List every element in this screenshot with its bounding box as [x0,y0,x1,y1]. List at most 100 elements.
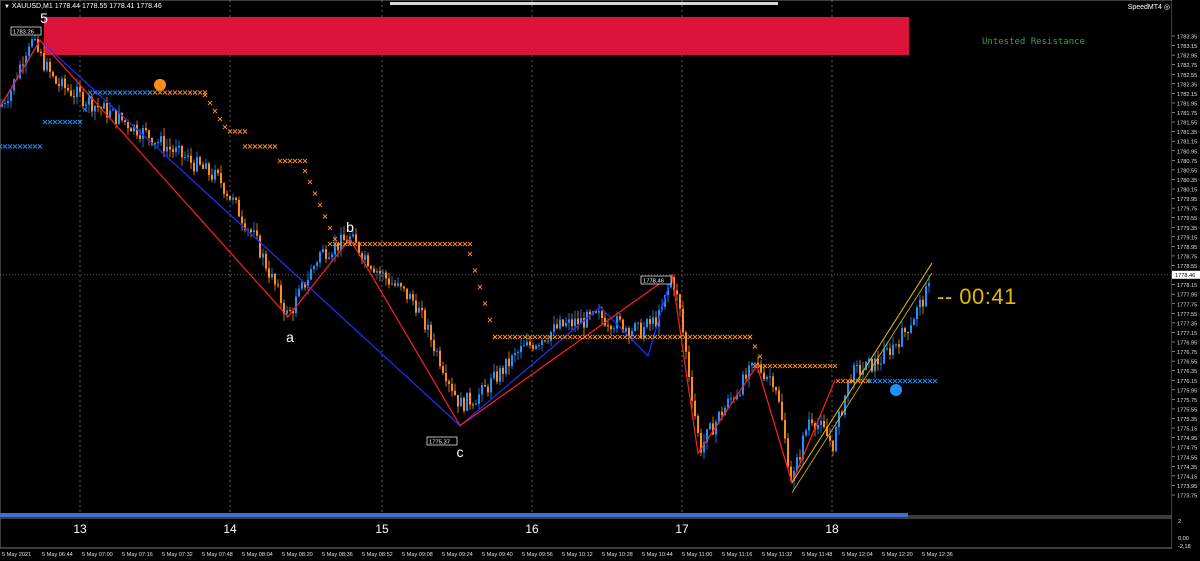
time-tick-label: 5 May 08:20 [282,552,313,558]
price-chart[interactable]: ××××××××××××××××××××××××××××××××××××××××… [0,0,1200,561]
candle-body [646,319,648,328]
candle-body [883,348,885,364]
time-tick-label: 5 May 10:12 [562,552,593,558]
time-tick-label: 5 May 09:56 [522,552,553,558]
sub-tick-label: 2 [1178,519,1181,525]
sub-window[interactable] [0,517,1173,549]
scroll-indicator[interactable] [390,2,778,5]
candle-body [553,324,555,332]
candle-body [205,163,207,169]
candle-body [256,230,258,236]
candle-body [412,294,414,301]
price-tick-label: 1781.55 [1177,121,1197,127]
candle-body [532,345,534,350]
candle-body [406,288,408,300]
candle-body [766,376,768,380]
candle-body [928,283,930,287]
price-tick-label: 1782.15 [1177,92,1197,98]
orange-stop-marker: × [307,178,314,187]
candle-body [370,266,372,269]
candle-body [70,90,72,96]
time-tick-label: 5 May 08:52 [362,552,393,558]
candle-body [388,278,390,285]
price-tick-label: 1780.15 [1177,188,1197,194]
candle-body [43,53,45,71]
price-tick-label: 1775.75 [1177,398,1197,404]
candle-body [907,332,909,334]
speed-badge[interactable]: SpeedMT4 ◎ [1128,3,1170,11]
orange-signal-dot [154,78,166,91]
candle-body [430,324,432,341]
candle-body [379,270,381,274]
candle-body [214,169,216,180]
candle-body [34,38,36,40]
candle-body [808,419,810,431]
hour-label: 16 [525,522,539,536]
time-tick-label: 5 May 12:04 [842,552,873,558]
wave-label-c: c [457,444,464,460]
price-box-mid-label: 1778.46 [643,278,664,284]
candle-body [481,385,483,395]
candle-body [625,328,627,332]
price-tick-label: 1779.55 [1177,216,1197,222]
candle-body [574,318,576,327]
orange-stop-marker: × [302,157,309,166]
candle-body [160,136,162,143]
price-tick-label: 1777.35 [1177,321,1197,327]
hour-label: 15 [375,522,389,536]
price-tick-label: 1776.55 [1177,360,1197,366]
candle-body [49,61,51,72]
candle-body [271,273,273,278]
time-tick-label: 5 May 10:28 [602,552,633,558]
price-tick-label: 1780.35 [1177,178,1197,184]
candle-body [439,350,441,367]
candle-body [229,196,231,200]
price-tick-label: 1782.55 [1177,73,1197,79]
speed-badge-label: SpeedMT4 [1127,4,1162,11]
candle-body [154,142,156,145]
candle-body [538,345,540,347]
blue-stop-marker: × [82,105,89,114]
candle-body [709,423,711,430]
candle-body [739,394,741,396]
candle-body [811,419,813,424]
orange-stop-marker: × [312,189,319,198]
candle-body [109,110,111,118]
candle-body [586,311,588,328]
candle-body [421,307,423,311]
orange-stop-marker: × [332,235,339,244]
time-tick-label: 5 May 08:04 [242,552,273,558]
candle-body [895,344,897,346]
plot-area[interactable] [0,0,1173,517]
candle-body [493,371,495,379]
candle-body [919,299,921,308]
candle-body [418,307,420,313]
candle-body [367,255,369,267]
candle-body [103,103,105,109]
candle-body [76,86,78,97]
price-tick-label: 1782.75 [1177,63,1197,69]
symbol-info-text: XAUUSD,M1 1778.44 1778.55 1778.41 1778.4… [11,3,162,10]
candle-body [562,319,564,327]
candle-body [763,372,765,380]
candle-body [277,284,279,286]
candle-body [196,157,198,172]
candle-body [433,340,435,352]
orange-stop-marker: × [322,212,329,221]
candle-body [202,164,204,169]
chart-window[interactable]: × × × × × × × × × × × × × × × × × × × × × × × × × × × × × × × × × × × × × × × ×… [0,0,1200,561]
price-box-low-label: 1775.37 [429,439,450,445]
candle-body [403,286,405,289]
time-tick-label: 5 May 11:00 [682,552,712,558]
candle-body [745,374,747,379]
blue-stop-marker: × [77,117,84,126]
candle-body [250,229,252,233]
candle-body [268,268,270,278]
price-tick-label: 1778.95 [1177,245,1197,251]
time-tick-label: 5 May 11:32 [762,552,792,558]
candle-body [676,290,678,295]
candle-body [478,394,480,404]
hour-label: 18 [825,522,839,536]
time-tick-label: 5 May 10:44 [642,552,673,558]
candle-body [505,358,507,374]
